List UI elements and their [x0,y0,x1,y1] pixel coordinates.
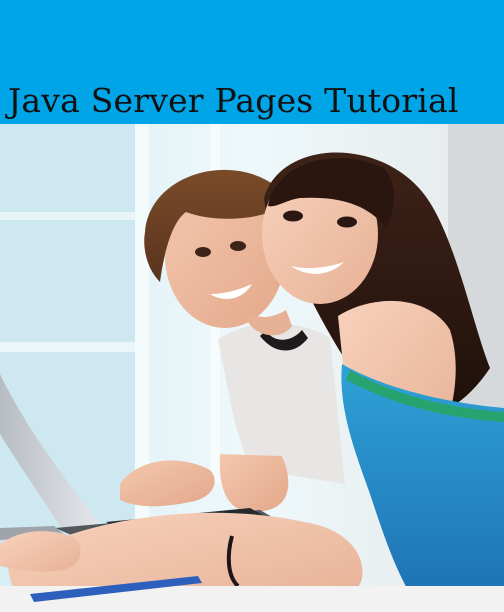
girl-left-eye [283,210,303,222]
page-title: Java Server Pages Tutorial [8,81,459,120]
girl-hand [0,531,81,572]
tutorial-cover: Java Server Pages Tutorial [0,0,504,612]
title-banner: Java Server Pages Tutorial [0,0,504,124]
cover-photo [0,124,504,612]
boy-left-eye [195,247,211,257]
window-frame-3 [0,212,135,220]
window-pane-left [0,124,135,544]
boy-right-eye [230,241,246,251]
window-frame-4 [0,342,135,352]
girl-right-eye [337,216,357,228]
